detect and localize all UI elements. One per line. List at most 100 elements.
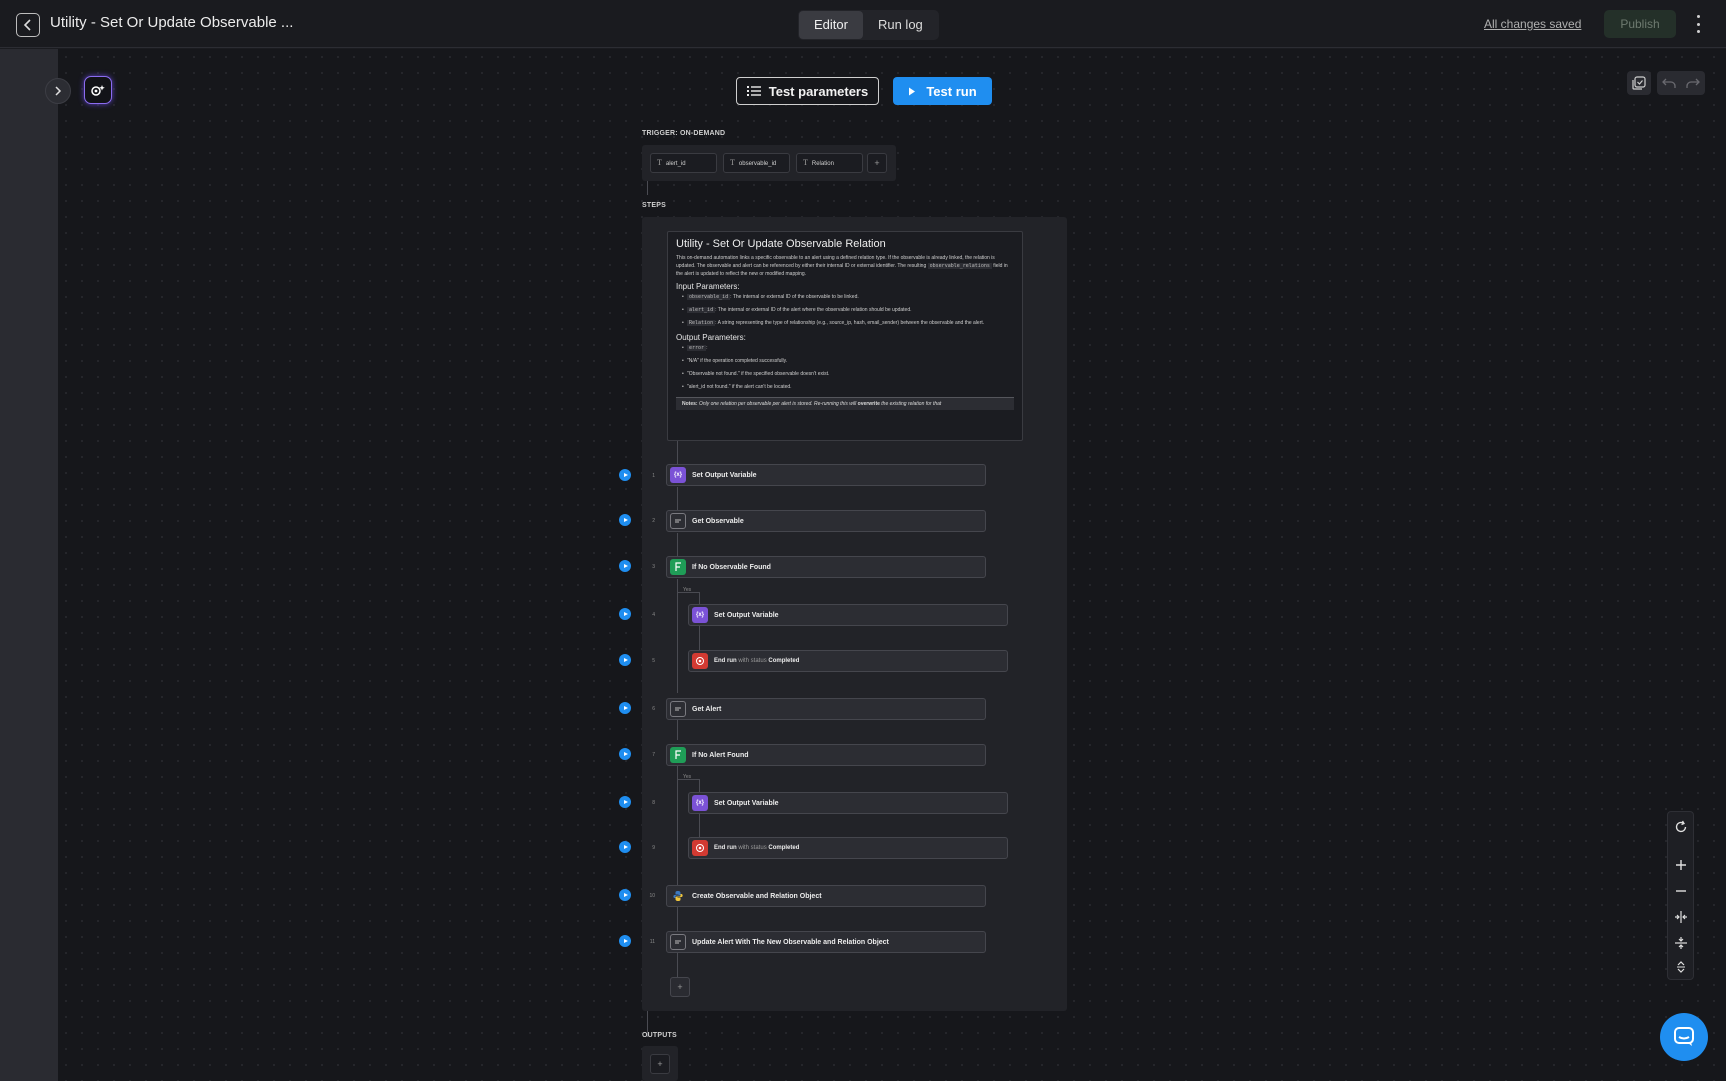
tab-run-log[interactable]: Run log <box>863 11 938 39</box>
step-update-alert[interactable]: Update Alert With The New Observable and… <box>666 931 986 953</box>
list-item: alert_id: The internal or external ID of… <box>682 307 1014 314</box>
step-number: 3 <box>652 564 655 570</box>
chat-icon <box>1674 1027 1694 1046</box>
stop-icon <box>692 653 708 669</box>
more-options-icon[interactable] <box>1690 12 1706 36</box>
page-title: Utility - Set Or Update Observable ... <box>50 14 294 31</box>
chevron-right-icon <box>55 86 62 96</box>
run-step-button[interactable] <box>619 608 631 620</box>
param-relation[interactable]: T Relation <box>796 153 863 173</box>
reset-view-button[interactable] <box>1672 818 1690 836</box>
trigger-params-box: Talert_id Tobservable_id T Relation + <box>642 145 896 181</box>
fit-height-button[interactable] <box>1672 934 1690 952</box>
back-button[interactable] <box>16 13 40 37</box>
run-step-button[interactable] <box>619 748 631 760</box>
run-step-button[interactable] <box>619 560 631 572</box>
step-create-observable-relation[interactable]: Create Observable and Relation Object <box>666 885 986 907</box>
publish-button[interactable]: Publish <box>1604 10 1676 38</box>
text-type-icon: T <box>803 158 808 167</box>
connector <box>677 762 678 885</box>
run-step-button[interactable] <box>619 469 631 481</box>
select-all-button[interactable] <box>1627 71 1651 95</box>
step-number: 4 <box>652 612 655 618</box>
clipboard-icon <box>670 513 686 529</box>
step-get-observable[interactable]: Get Observable <box>666 510 986 532</box>
zoom-out-button[interactable] <box>1672 882 1690 900</box>
output-params-list: error: "N/A" if the operation completed … <box>676 345 1014 391</box>
step-get-alert[interactable]: Get Alert <box>666 698 986 720</box>
undo-button[interactable] <box>1657 71 1681 95</box>
step-if-no-alert-found[interactable]: If No Alert Found <box>666 744 986 766</box>
top-bar: Utility - Set Or Update Observable ... E… <box>0 0 1726 48</box>
run-step-button[interactable] <box>619 796 631 808</box>
param-alert-id[interactable]: Talert_id <box>650 153 717 173</box>
connector <box>677 907 678 931</box>
step-number: 10 <box>649 893 655 899</box>
add-output-button[interactable]: + <box>650 1054 670 1074</box>
step-number: 5 <box>652 658 655 664</box>
clipboard-icon <box>670 934 686 950</box>
zoom-in-button[interactable] <box>1672 856 1690 874</box>
expand-panel-button[interactable] <box>45 78 71 104</box>
test-run-button[interactable]: Test run <box>893 77 992 105</box>
step-number: 7 <box>652 752 655 758</box>
run-step-button[interactable] <box>619 935 631 947</box>
run-step-button[interactable] <box>619 889 631 901</box>
redo-button[interactable] <box>1681 71 1705 95</box>
step-number: 9 <box>652 845 655 851</box>
tab-editor[interactable]: Editor <box>799 11 863 39</box>
app-window: Utility - Set Or Update Observable ... E… <box>0 0 1726 1081</box>
ai-assistant-button[interactable] <box>84 76 112 104</box>
step-number: 2 <box>652 518 655 524</box>
param-observable-id[interactable]: Tobservable_id <box>723 153 790 173</box>
run-step-button[interactable] <box>619 702 631 714</box>
text-type-icon: T <box>657 158 662 167</box>
step-set-output-variable[interactable]: {x} Set Output Variable <box>666 464 986 486</box>
minus-icon <box>1676 890 1686 892</box>
step-number: 6 <box>652 706 655 712</box>
view-tabs: Editor Run log <box>798 10 939 40</box>
run-step-button[interactable] <box>619 654 631 666</box>
step-if-no-observable-found[interactable]: If No Observable Found <box>666 556 986 578</box>
add-parameter-button[interactable]: + <box>867 153 887 173</box>
test-run-label: Test run <box>926 83 977 99</box>
variable-icon: {x} <box>692 795 708 811</box>
branch-icon <box>670 747 686 763</box>
run-step-button[interactable] <box>619 514 631 526</box>
save-status-link[interactable]: All changes saved <box>1484 17 1581 31</box>
connector <box>699 814 700 838</box>
step-set-output-variable[interactable]: {x} Set Output Variable <box>688 792 1008 814</box>
fit-height-icon <box>1675 937 1687 949</box>
fit-width-button[interactable] <box>1672 908 1690 926</box>
connector <box>699 779 700 792</box>
redo-icon <box>1686 78 1700 88</box>
plus-icon <box>1676 860 1686 870</box>
description-note[interactable]: Utility - Set Or Update Observable Relat… <box>667 231 1023 441</box>
chat-support-button[interactable] <box>1660 1013 1708 1061</box>
note-title: Utility - Set Or Update Observable Relat… <box>676 238 886 250</box>
test-parameters-button[interactable]: Test parameters <box>736 77 879 105</box>
chevron-up-down-icon <box>1677 961 1685 973</box>
list-item: "Observable not found." if the specified… <box>682 371 1014 378</box>
list-icon <box>746 86 761 96</box>
add-step-button[interactable]: + <box>670 977 690 997</box>
connector <box>647 181 648 195</box>
step-end-run[interactable]: End run with status Completed <box>688 650 1008 672</box>
step-number: 11 <box>649 939 655 945</box>
outputs-label: OUTPUTS <box>642 1032 677 1039</box>
canvas-toolbar <box>1627 71 1705 95</box>
run-step-button[interactable] <box>619 841 631 853</box>
list-item: error: <box>682 345 1014 352</box>
step-set-output-variable[interactable]: {x} Set Output Variable <box>688 604 1008 626</box>
list-item: Relation: A string representing the type… <box>682 320 1014 327</box>
collapse-expand-button[interactable] <box>1672 958 1690 976</box>
branch-yes-label: Yes <box>683 774 692 780</box>
rotate-icon <box>1675 820 1687 833</box>
list-item: "N/A" if the operation completed success… <box>682 358 1014 365</box>
step-end-run[interactable]: End run with status Completed <box>688 837 1008 859</box>
connector <box>677 533 678 557</box>
chevron-left-icon <box>23 19 31 31</box>
connector <box>699 626 700 650</box>
left-rail <box>0 49 58 1081</box>
test-parameters-label: Test parameters <box>768 83 869 99</box>
